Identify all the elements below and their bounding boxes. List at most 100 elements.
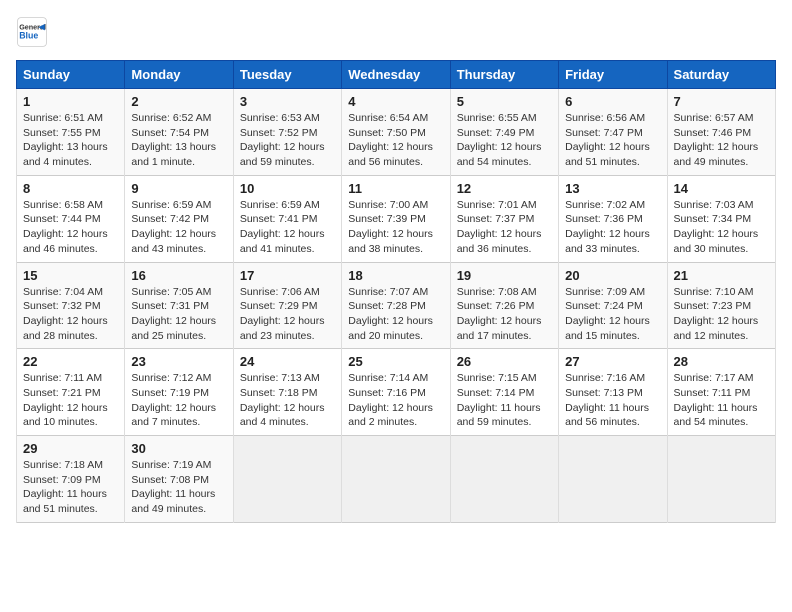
calendar-cell: 13 Sunrise: 7:02 AM Sunset: 7:36 PM Dayl…: [559, 175, 667, 262]
day-detail: Sunrise: 6:51 AM Sunset: 7:55 PM Dayligh…: [23, 112, 108, 168]
day-number: 16: [131, 268, 226, 283]
calendar-cell: 27 Sunrise: 7:16 AM Sunset: 7:13 PM Dayl…: [559, 349, 667, 436]
calendar-cell: 4 Sunrise: 6:54 AM Sunset: 7:50 PM Dayli…: [342, 89, 450, 176]
calendar-cell: 23 Sunrise: 7:12 AM Sunset: 7:19 PM Dayl…: [125, 349, 233, 436]
calendar-cell: [233, 436, 341, 523]
day-number: 28: [674, 354, 769, 369]
day-number: 12: [457, 181, 552, 196]
calendar-row: 8 Sunrise: 6:58 AM Sunset: 7:44 PM Dayli…: [17, 175, 776, 262]
calendar-cell: 22 Sunrise: 7:11 AM Sunset: 7:21 PM Dayl…: [17, 349, 125, 436]
calendar-cell: 14 Sunrise: 7:03 AM Sunset: 7:34 PM Dayl…: [667, 175, 775, 262]
calendar-cell: 20 Sunrise: 7:09 AM Sunset: 7:24 PM Dayl…: [559, 262, 667, 349]
day-detail: Sunrise: 7:08 AM Sunset: 7:26 PM Dayligh…: [457, 286, 542, 342]
weekday-header-thursday: Thursday: [450, 61, 558, 89]
calendar-cell: 12 Sunrise: 7:01 AM Sunset: 7:37 PM Dayl…: [450, 175, 558, 262]
calendar-cell: 10 Sunrise: 6:59 AM Sunset: 7:41 PM Dayl…: [233, 175, 341, 262]
calendar-cell: [559, 436, 667, 523]
calendar-cell: 15 Sunrise: 7:04 AM Sunset: 7:32 PM Dayl…: [17, 262, 125, 349]
day-detail: Sunrise: 7:13 AM Sunset: 7:18 PM Dayligh…: [240, 372, 325, 428]
day-detail: Sunrise: 7:05 AM Sunset: 7:31 PM Dayligh…: [131, 286, 216, 342]
day-number: 14: [674, 181, 769, 196]
day-detail: Sunrise: 7:18 AM Sunset: 7:09 PM Dayligh…: [23, 459, 107, 515]
day-detail: Sunrise: 6:57 AM Sunset: 7:46 PM Dayligh…: [674, 112, 759, 168]
calendar-cell: 1 Sunrise: 6:51 AM Sunset: 7:55 PM Dayli…: [17, 89, 125, 176]
calendar-cell: 28 Sunrise: 7:17 AM Sunset: 7:11 PM Dayl…: [667, 349, 775, 436]
weekday-header-friday: Friday: [559, 61, 667, 89]
calendar-cell: 5 Sunrise: 6:55 AM Sunset: 7:49 PM Dayli…: [450, 89, 558, 176]
day-detail: Sunrise: 7:10 AM Sunset: 7:23 PM Dayligh…: [674, 286, 759, 342]
day-number: 2: [131, 94, 226, 109]
day-detail: Sunrise: 7:17 AM Sunset: 7:11 PM Dayligh…: [674, 372, 758, 428]
weekday-header-monday: Monday: [125, 61, 233, 89]
day-number: 24: [240, 354, 335, 369]
day-number: 20: [565, 268, 660, 283]
weekday-header-tuesday: Tuesday: [233, 61, 341, 89]
day-number: 25: [348, 354, 443, 369]
day-detail: Sunrise: 7:04 AM Sunset: 7:32 PM Dayligh…: [23, 286, 108, 342]
day-detail: Sunrise: 7:01 AM Sunset: 7:37 PM Dayligh…: [457, 199, 542, 255]
calendar-row: 15 Sunrise: 7:04 AM Sunset: 7:32 PM Dayl…: [17, 262, 776, 349]
day-number: 5: [457, 94, 552, 109]
calendar-cell: 24 Sunrise: 7:13 AM Sunset: 7:18 PM Dayl…: [233, 349, 341, 436]
calendar-row: 1 Sunrise: 6:51 AM Sunset: 7:55 PM Dayli…: [17, 89, 776, 176]
day-number: 8: [23, 181, 118, 196]
calendar-cell: 7 Sunrise: 6:57 AM Sunset: 7:46 PM Dayli…: [667, 89, 775, 176]
day-detail: Sunrise: 7:19 AM Sunset: 7:08 PM Dayligh…: [131, 459, 215, 515]
calendar-cell: 17 Sunrise: 7:06 AM Sunset: 7:29 PM Dayl…: [233, 262, 341, 349]
calendar-cell: 19 Sunrise: 7:08 AM Sunset: 7:26 PM Dayl…: [450, 262, 558, 349]
day-detail: Sunrise: 6:59 AM Sunset: 7:42 PM Dayligh…: [131, 199, 216, 255]
calendar-cell: 8 Sunrise: 6:58 AM Sunset: 7:44 PM Dayli…: [17, 175, 125, 262]
calendar-cell: 30 Sunrise: 7:19 AM Sunset: 7:08 PM Dayl…: [125, 436, 233, 523]
calendar-row: 29 Sunrise: 7:18 AM Sunset: 7:09 PM Dayl…: [17, 436, 776, 523]
day-number: 26: [457, 354, 552, 369]
weekday-header-wednesday: Wednesday: [342, 61, 450, 89]
day-detail: Sunrise: 6:53 AM Sunset: 7:52 PM Dayligh…: [240, 112, 325, 168]
svg-text:Blue: Blue: [19, 30, 38, 40]
day-number: 29: [23, 441, 118, 456]
day-detail: Sunrise: 7:03 AM Sunset: 7:34 PM Dayligh…: [674, 199, 759, 255]
calendar-cell: 16 Sunrise: 7:05 AM Sunset: 7:31 PM Dayl…: [125, 262, 233, 349]
day-number: 1: [23, 94, 118, 109]
day-number: 6: [565, 94, 660, 109]
calendar-cell: [450, 436, 558, 523]
day-number: 17: [240, 268, 335, 283]
day-detail: Sunrise: 7:12 AM Sunset: 7:19 PM Dayligh…: [131, 372, 216, 428]
day-number: 19: [457, 268, 552, 283]
day-number: 22: [23, 354, 118, 369]
day-number: 23: [131, 354, 226, 369]
calendar-row: 22 Sunrise: 7:11 AM Sunset: 7:21 PM Dayl…: [17, 349, 776, 436]
day-number: 9: [131, 181, 226, 196]
calendar-cell: 29 Sunrise: 7:18 AM Sunset: 7:09 PM Dayl…: [17, 436, 125, 523]
day-number: 7: [674, 94, 769, 109]
day-detail: Sunrise: 6:55 AM Sunset: 7:49 PM Dayligh…: [457, 112, 542, 168]
calendar-cell: [667, 436, 775, 523]
day-detail: Sunrise: 6:52 AM Sunset: 7:54 PM Dayligh…: [131, 112, 216, 168]
day-number: 11: [348, 181, 443, 196]
day-detail: Sunrise: 7:14 AM Sunset: 7:16 PM Dayligh…: [348, 372, 433, 428]
day-detail: Sunrise: 7:02 AM Sunset: 7:36 PM Dayligh…: [565, 199, 650, 255]
day-detail: Sunrise: 7:16 AM Sunset: 7:13 PM Dayligh…: [565, 372, 649, 428]
calendar-cell: 9 Sunrise: 6:59 AM Sunset: 7:42 PM Dayli…: [125, 175, 233, 262]
day-detail: Sunrise: 7:07 AM Sunset: 7:28 PM Dayligh…: [348, 286, 433, 342]
day-number: 27: [565, 354, 660, 369]
calendar-cell: 26 Sunrise: 7:15 AM Sunset: 7:14 PM Dayl…: [450, 349, 558, 436]
day-detail: Sunrise: 7:06 AM Sunset: 7:29 PM Dayligh…: [240, 286, 325, 342]
logo-icon: General Blue: [16, 16, 48, 48]
calendar-cell: 18 Sunrise: 7:07 AM Sunset: 7:28 PM Dayl…: [342, 262, 450, 349]
day-detail: Sunrise: 6:58 AM Sunset: 7:44 PM Dayligh…: [23, 199, 108, 255]
day-number: 13: [565, 181, 660, 196]
logo: General Blue: [16, 16, 48, 48]
day-detail: Sunrise: 7:15 AM Sunset: 7:14 PM Dayligh…: [457, 372, 541, 428]
day-detail: Sunrise: 6:56 AM Sunset: 7:47 PM Dayligh…: [565, 112, 650, 168]
day-detail: Sunrise: 7:09 AM Sunset: 7:24 PM Dayligh…: [565, 286, 650, 342]
calendar-cell: 21 Sunrise: 7:10 AM Sunset: 7:23 PM Dayl…: [667, 262, 775, 349]
day-detail: Sunrise: 7:11 AM Sunset: 7:21 PM Dayligh…: [23, 372, 108, 428]
calendar-cell: 2 Sunrise: 6:52 AM Sunset: 7:54 PM Dayli…: [125, 89, 233, 176]
day-number: 4: [348, 94, 443, 109]
day-number: 10: [240, 181, 335, 196]
weekday-header-row: SundayMondayTuesdayWednesdayThursdayFrid…: [17, 61, 776, 89]
day-number: 30: [131, 441, 226, 456]
calendar-cell: 3 Sunrise: 6:53 AM Sunset: 7:52 PM Dayli…: [233, 89, 341, 176]
day-number: 18: [348, 268, 443, 283]
day-number: 15: [23, 268, 118, 283]
